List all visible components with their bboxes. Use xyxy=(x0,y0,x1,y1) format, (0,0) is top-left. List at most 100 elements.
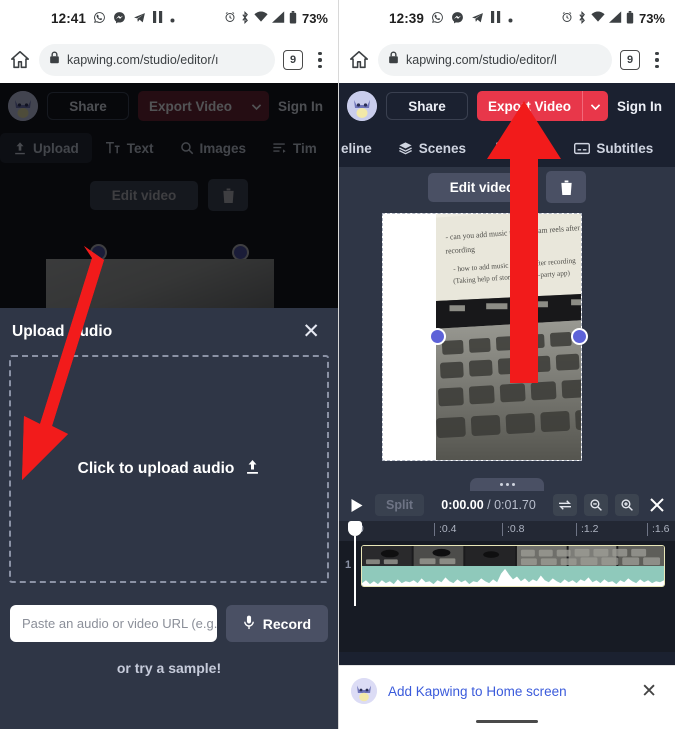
tab-text[interactable]: Text xyxy=(92,133,167,163)
record-button[interactable]: Record xyxy=(225,605,328,642)
export-video-button[interactable]: Export Video xyxy=(138,91,243,121)
clip-filmstrip xyxy=(362,546,664,566)
pause-icon xyxy=(153,11,163,26)
trash-icon[interactable] xyxy=(208,179,249,211)
timeline-controls: Split 0:00.00 / 0:01.70 xyxy=(339,489,675,521)
kebab-menu-icon[interactable] xyxy=(311,51,329,69)
home-icon[interactable] xyxy=(348,49,370,71)
dot-icon xyxy=(508,11,513,26)
timeline-drag-handle[interactable] xyxy=(470,478,544,491)
share-button[interactable]: Share xyxy=(386,92,468,120)
tab-count-button[interactable]: 9 xyxy=(283,50,303,70)
video-clip[interactable] xyxy=(361,545,665,587)
close-timeline-icon[interactable] xyxy=(646,497,668,513)
playhead-line xyxy=(354,536,356,606)
close-icon[interactable]: ✕ xyxy=(635,680,663,703)
dropzone-label-group: Click to upload audio xyxy=(78,459,261,480)
tab-upload-label: Upload xyxy=(33,140,79,156)
zoom-out-icon[interactable] xyxy=(584,494,608,516)
avatar[interactable] xyxy=(347,91,377,121)
lock-icon xyxy=(49,51,60,69)
right-phone-screenshot: 12:39 73% kapwing.com/studio/editor/l 9 … xyxy=(338,0,675,729)
status-clock: 12:39 xyxy=(388,11,425,26)
trash-icon[interactable] xyxy=(546,171,587,203)
status-left-group: 12:39 xyxy=(389,11,513,27)
video-canvas[interactable]: - can you add music to instagram reels a… xyxy=(382,213,582,461)
timeline-panel: Split 0:00.00 / 0:01.70:0.4:0.8:1.2:… xyxy=(339,478,675,652)
signal-icon xyxy=(271,11,285,26)
audio-dropzone[interactable]: Click to upload audio xyxy=(9,355,329,583)
audio-url-input[interactable]: Paste an audio or video URL (e.g. xyxy=(10,605,217,642)
playhead-knob[interactable] xyxy=(348,521,362,536)
wifi-icon xyxy=(591,11,605,26)
try-a-sample-link[interactable]: or try a sample! xyxy=(9,660,329,676)
tab-elements[interactable]: Ele xyxy=(666,133,675,163)
banner-label[interactable]: Add Kapwing to Home screen xyxy=(388,684,624,699)
modal-title: Upload Audio xyxy=(12,322,113,340)
tab-timeline-label: Tim xyxy=(293,140,317,156)
right-toolbar: Share Export Video Sign In xyxy=(339,83,675,129)
address-bar[interactable]: kapwing.com/studio/editor/ı xyxy=(39,44,275,76)
messenger-icon xyxy=(451,11,464,27)
url-text: kapwing.com/studio/editor/l xyxy=(406,53,557,67)
screenshot-root: 12:41 73% kapwing.com/studio/editor/ı 9 … xyxy=(0,0,675,729)
upload-audio-modal: Upload Audio ✕ Click to upload audio Pas… xyxy=(0,308,338,729)
avatar[interactable] xyxy=(8,91,38,121)
right-status-bar: 12:39 73% xyxy=(339,0,675,37)
tab-images[interactable]: Images xyxy=(167,133,260,163)
right-tab-strip: eline Scenes Audio Subtitles Ele xyxy=(339,129,675,167)
battery-icon xyxy=(626,10,634,27)
battery-percent: 73% xyxy=(301,11,328,26)
kapwing-logo-icon xyxy=(351,678,377,704)
whatsapp-icon xyxy=(93,11,106,27)
export-video-group[interactable]: Export Video xyxy=(138,91,270,121)
resize-handle-top-left[interactable] xyxy=(429,328,446,345)
ruler-tick: :0.8 xyxy=(502,523,525,536)
export-video-button[interactable]: Export Video xyxy=(477,91,582,121)
edit-video-button[interactable]: Edit video xyxy=(427,172,537,202)
tab-count-button[interactable]: 9 xyxy=(620,50,640,70)
timeline-tracks: 1 xyxy=(339,541,675,652)
left-canvas-peek: Edit video xyxy=(0,167,338,317)
tab-audio[interactable]: Audio xyxy=(479,133,561,163)
upload-icon xyxy=(245,459,260,480)
fit-icon[interactable] xyxy=(553,494,577,516)
share-button[interactable]: Share xyxy=(47,92,129,120)
sign-in-button[interactable]: Sign In xyxy=(278,99,323,114)
left-status-bar: 12:41 73% xyxy=(0,0,338,37)
split-button[interactable]: Split xyxy=(375,494,425,516)
alarm-icon xyxy=(561,11,573,26)
chevron-down-icon[interactable] xyxy=(582,91,608,121)
lock-icon xyxy=(388,51,399,69)
status-clock: 12:41 xyxy=(50,11,87,26)
alarm-icon xyxy=(224,11,236,26)
play-icon[interactable] xyxy=(346,498,368,513)
chevron-down-icon[interactable] xyxy=(243,91,269,121)
close-icon[interactable]: ✕ xyxy=(296,319,326,344)
address-bar[interactable]: kapwing.com/studio/editor/l xyxy=(378,44,612,76)
kebab-menu-icon[interactable] xyxy=(648,51,666,69)
wifi-icon xyxy=(254,11,268,26)
total-time: 0:01.70 xyxy=(494,498,536,512)
playhead[interactable] xyxy=(348,521,362,606)
url-text: kapwing.com/studio/editor/ı xyxy=(67,53,219,67)
modal-header: Upload Audio ✕ xyxy=(9,308,329,355)
audio-waveform xyxy=(362,566,664,586)
timeline-ruler[interactable]: :0 :0.4 :0.8 :1.2 :1.6 xyxy=(339,521,675,541)
tab-upload[interactable]: Upload xyxy=(0,133,92,163)
export-video-group[interactable]: Export Video xyxy=(477,91,609,121)
zoom-in-icon[interactable] xyxy=(615,494,639,516)
ruler-tick: :1.6 xyxy=(647,523,670,536)
tab-timeline[interactable]: eline xyxy=(339,133,385,163)
tab-timeline[interactable]: Tim xyxy=(259,133,330,163)
left-tab-strip: Upload Text Images Tim xyxy=(0,129,338,167)
tab-scenes[interactable]: Scenes xyxy=(385,133,479,163)
tab-subtitles[interactable]: Subtitles xyxy=(561,133,666,163)
resize-handle-top-right[interactable] xyxy=(571,328,588,345)
video-photo-frame: - can you add music to instagram reels a… xyxy=(436,214,581,460)
edit-video-button[interactable]: Edit video xyxy=(89,180,199,210)
tab-text-label: Text xyxy=(126,140,154,156)
sign-in-button[interactable]: Sign In xyxy=(617,99,662,114)
home-icon[interactable] xyxy=(9,49,31,71)
left-app-chrome: Share Export Video Sign In Upload Text I… xyxy=(0,83,338,167)
